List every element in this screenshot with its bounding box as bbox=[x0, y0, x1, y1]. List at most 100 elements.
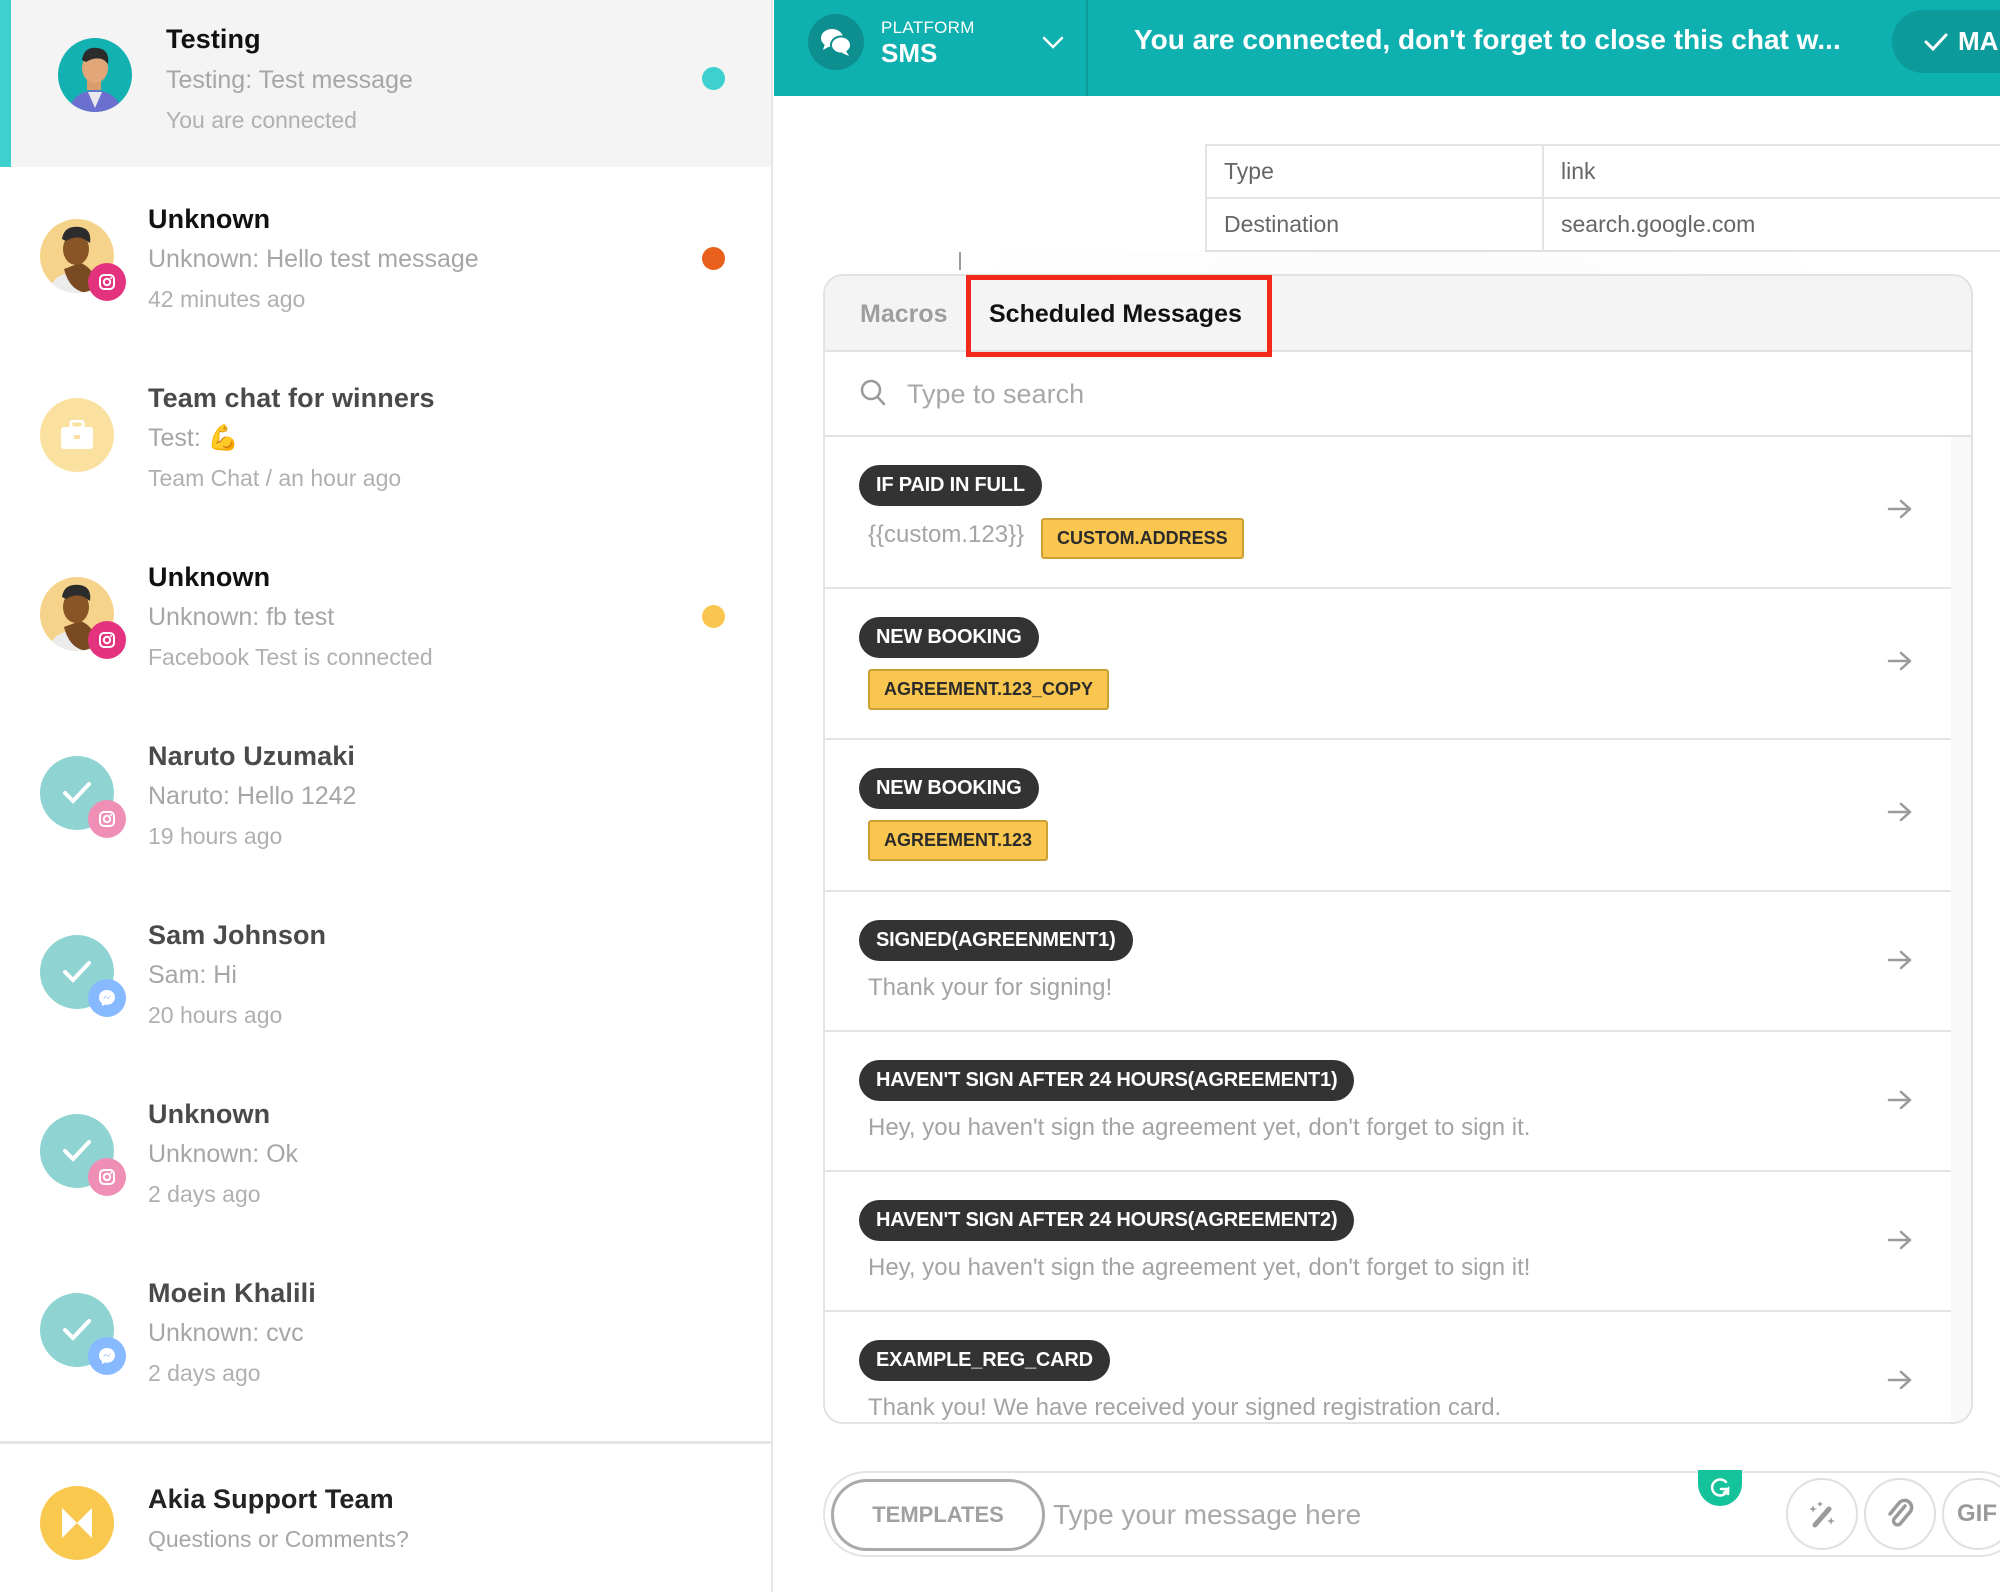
conversation-meta: 2 days ago bbox=[148, 1360, 261, 1386]
instagram-badge-icon bbox=[88, 800, 126, 838]
scheduled-messages-list: IF PAID IN FULL {{custom.123}} CUSTOM.AD… bbox=[825, 437, 1953, 1422]
list-item[interactable]: EXAMPLE_REG_CARD Thank you! We have rece… bbox=[825, 1312, 1953, 1422]
conversation-name: Naruto Uzumaki bbox=[148, 741, 355, 771]
template-tag: CUSTOM.ADDRESS bbox=[1041, 518, 1244, 559]
conversation-item[interactable]: Team chat for winners Test: 💪 Team Chat … bbox=[0, 358, 771, 537]
conversation-meta: Facebook Test is connected bbox=[148, 644, 433, 670]
conversation-item[interactable]: Sam Johnson Sam: Hi 20 hours ago bbox=[0, 895, 771, 1074]
conversation-item[interactable]: Unknown Unknown: Ok 2 days ago bbox=[0, 1074, 771, 1253]
conversation-meta: 2 days ago bbox=[148, 1181, 261, 1207]
table-value: search.google.com bbox=[1542, 197, 2000, 252]
avatar bbox=[40, 1293, 126, 1375]
conversation-last-message: Unknown: Ok bbox=[148, 1140, 299, 1168]
support-team-name: Akia Support Team bbox=[148, 1484, 394, 1514]
conversation-item[interactable]: Naruto Uzumaki Naruto: Hello 1242 19 hou… bbox=[0, 716, 771, 895]
table-key: Type bbox=[1205, 144, 1544, 199]
conversation-item[interactable]: Unknown Unknown: Hello test message 42 m… bbox=[0, 179, 771, 358]
link-info-table: Type link Destination search.google.com bbox=[1205, 144, 2000, 252]
table-row: Type link bbox=[1205, 144, 2000, 199]
avatar bbox=[40, 935, 126, 1017]
text-cursor bbox=[959, 252, 961, 270]
arrow-right-icon[interactable] bbox=[1887, 498, 1913, 525]
arrow-right-icon[interactable] bbox=[1887, 949, 1913, 976]
list-scrollbar[interactable] bbox=[1951, 437, 1971, 1422]
conversation-meta: You are connected bbox=[166, 107, 357, 133]
paperclip-icon bbox=[1888, 1498, 1914, 1527]
avatar bbox=[40, 1486, 114, 1560]
platform-label: PLATFORM bbox=[881, 18, 975, 37]
conversation-item[interactable]: Unknown Unknown: fb test Facebook Test i… bbox=[0, 537, 771, 716]
list-item[interactable]: IF PAID IN FULL {{custom.123}} CUSTOM.AD… bbox=[825, 437, 1953, 589]
attach-button[interactable] bbox=[1864, 1478, 1936, 1550]
arrow-right-icon[interactable] bbox=[1887, 1369, 1913, 1396]
gif-label: GIF bbox=[1957, 1500, 1997, 1527]
template-title: IF PAID IN FULL bbox=[859, 465, 1042, 506]
chat-bubbles-icon bbox=[808, 14, 864, 70]
avatar bbox=[40, 756, 126, 838]
status-dot bbox=[702, 605, 725, 628]
status-dot bbox=[702, 247, 725, 270]
akia-logo-icon bbox=[62, 1508, 92, 1538]
person-avatar-icon bbox=[68, 47, 122, 112]
search-input[interactable] bbox=[907, 370, 1807, 418]
conversation-meta: 42 minutes ago bbox=[148, 286, 306, 312]
conversation-last-message: Sam: Hi bbox=[148, 961, 237, 989]
template-title: NEW BOOKING bbox=[859, 768, 1039, 809]
status-dot bbox=[702, 67, 725, 90]
conversation-name: Moein Khalili bbox=[148, 1278, 316, 1308]
check-icon bbox=[1924, 33, 1948, 51]
magic-wand-button[interactable] bbox=[1786, 1478, 1858, 1550]
conversation-last-message: Unknown: cvc bbox=[148, 1319, 304, 1347]
check-icon bbox=[63, 961, 91, 983]
template-title: SIGNED(AGREENMENT1) bbox=[859, 920, 1133, 961]
conversation-last-message: Naruto: Hello 1242 bbox=[148, 782, 357, 810]
briefcase-icon bbox=[61, 420, 93, 449]
chevron-down-icon[interactable] bbox=[1042, 36, 1064, 55]
tab-scheduled-messages[interactable]: Scheduled Messages bbox=[969, 276, 1262, 352]
support-team-item[interactable]: Akia Support Team Questions or Comments? bbox=[0, 1444, 771, 1592]
templates-button[interactable]: TEMPLATES bbox=[831, 1479, 1045, 1551]
check-icon bbox=[63, 1140, 91, 1162]
template-tag: AGREEMENT.123 bbox=[868, 820, 1049, 861]
arrow-right-icon[interactable] bbox=[1887, 1229, 1913, 1256]
conversation-name: Sam Johnson bbox=[148, 920, 327, 950]
template-title: EXAMPLE_REG_CARD bbox=[859, 1340, 1110, 1381]
platform-selector[interactable]: PLATFORM SMS bbox=[774, 0, 1088, 96]
list-item[interactable]: NEW BOOKING AGREEMENT.123 bbox=[825, 740, 1953, 892]
mark-resolved-button[interactable]: MAI bbox=[1892, 10, 2000, 73]
magic-wand-icon bbox=[1809, 1501, 1835, 1528]
arrow-right-icon[interactable] bbox=[1887, 801, 1913, 828]
table-value: link bbox=[1542, 144, 2000, 199]
check-icon bbox=[63, 1319, 91, 1341]
avatar bbox=[58, 38, 132, 112]
template-tag: AGREEMENT.123_COPY bbox=[868, 669, 1110, 710]
templates-panel: Macros Scheduled Messages IF PAID IN FUL… bbox=[823, 274, 1973, 1424]
search-icon bbox=[859, 378, 887, 413]
conversation-last-message: Testing: Test message bbox=[166, 66, 413, 94]
conversation-name: Unknown bbox=[148, 562, 271, 592]
list-item[interactable]: HAVEN'T SIGN AFTER 24 HOURS(AGREEMENT2) … bbox=[825, 1172, 1953, 1312]
conversation-item[interactable]: Testing Testing: Test message You are co… bbox=[0, 0, 771, 167]
template-title: NEW BOOKING bbox=[859, 617, 1039, 658]
chat-header: PLATFORM SMS You are connected, don't fo… bbox=[774, 0, 2000, 96]
instagram-badge-icon bbox=[88, 1158, 126, 1196]
conversation-meta: 20 hours ago bbox=[148, 1002, 283, 1028]
messenger-badge-icon bbox=[88, 1337, 126, 1375]
list-item[interactable]: HAVEN'T SIGN AFTER 24 HOURS(AGREEMENT1) … bbox=[825, 1032, 1953, 1172]
message-input[interactable] bbox=[1053, 1491, 1613, 1539]
conversation-name: Unknown bbox=[148, 204, 271, 234]
template-text: Hey, you haven't sign the agreement yet,… bbox=[868, 1254, 1531, 1281]
conversation-item[interactable]: Moein Khalili Unknown: cvc 2 days ago bbox=[0, 1253, 771, 1432]
connection-banner: You are connected, don't forget to close… bbox=[1134, 24, 1841, 55]
panel-tabs: Macros Scheduled Messages bbox=[825, 276, 1971, 352]
avatar bbox=[40, 219, 126, 301]
list-item[interactable]: NEW BOOKING AGREEMENT.123_COPY bbox=[825, 589, 1953, 740]
tab-macros[interactable]: Macros bbox=[860, 276, 948, 352]
list-item[interactable]: SIGNED(AGREENMENT1) Thank your for signi… bbox=[825, 892, 1953, 1032]
arrow-right-icon[interactable] bbox=[1887, 1089, 1913, 1116]
conversation-name: Testing bbox=[166, 24, 261, 54]
conversation-name: Team chat for winners bbox=[148, 383, 435, 413]
avatar bbox=[40, 577, 126, 659]
template-title: HAVEN'T SIGN AFTER 24 HOURS(AGREEMENT2) bbox=[859, 1200, 1355, 1241]
arrow-right-icon[interactable] bbox=[1887, 650, 1913, 677]
